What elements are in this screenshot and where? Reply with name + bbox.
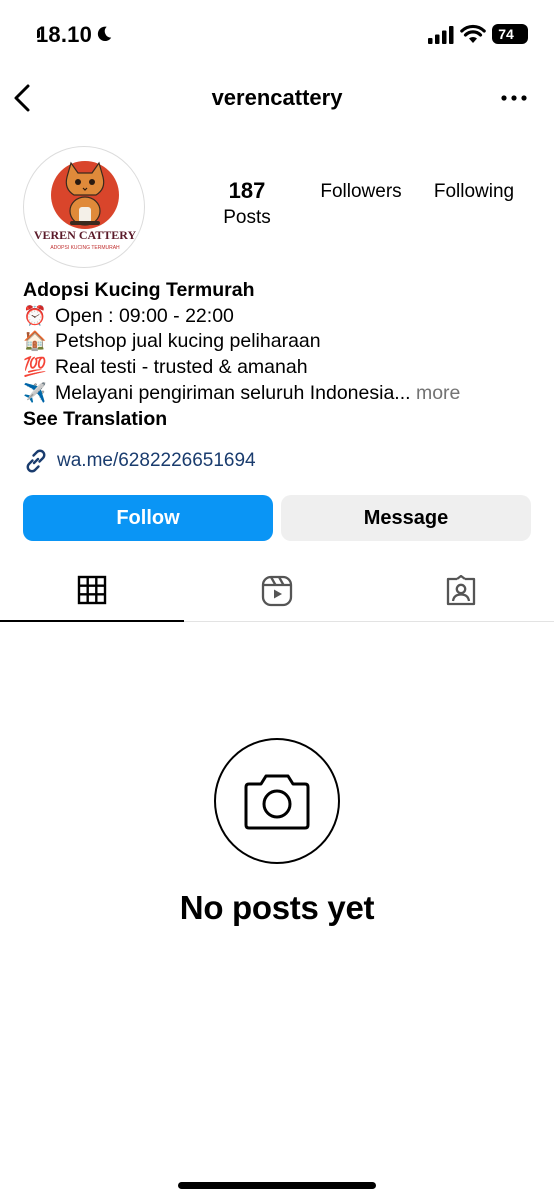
tab-posts-grid[interactable] bbox=[0, 560, 184, 622]
top-nav: verencattery bbox=[0, 72, 554, 128]
bio-name: Adopsi Kucing Termurah bbox=[23, 279, 255, 301]
more-options-icon[interactable] bbox=[500, 88, 528, 108]
followers-label[interactable]: Followers bbox=[320, 181, 401, 202]
hundred-points-icon: 💯 bbox=[23, 356, 47, 379]
posts-count: 187 bbox=[228, 178, 266, 203]
bio-line-hours: ⏰ Open : 09:00 - 22:00 bbox=[23, 304, 543, 330]
bio-line-text: Petshop jual kucing peliharaan bbox=[55, 330, 321, 353]
battery-icon: 74 bbox=[492, 24, 528, 44]
bio-line-text: Melayani pengiriman seluruh Indonesia... bbox=[55, 381, 411, 404]
profile-username: verencattery bbox=[211, 85, 343, 110]
airplane-icon: ✈️ bbox=[23, 381, 47, 404]
alarm-clock-icon: ⏰ bbox=[23, 304, 47, 327]
tab-tagged[interactable] bbox=[369, 560, 553, 622]
following-label[interactable]: Following bbox=[434, 181, 514, 202]
reels-icon bbox=[261, 575, 293, 607]
empty-state-camera bbox=[214, 738, 340, 864]
status-bar: 18.10 74 bbox=[0, 0, 554, 70]
grid-icon bbox=[77, 575, 107, 605]
cat-logo-icon: VEREN CATTERY ADOPSI KUCING TERMURAH bbox=[34, 161, 137, 251]
bio-line-petshop: 🏠 Petshop jual kucing peliharaan bbox=[23, 329, 543, 355]
see-translation-link[interactable]: See Translation bbox=[23, 407, 543, 433]
bio-line-text: Real testi - trusted & amanah bbox=[55, 356, 308, 379]
posts-label: Posts bbox=[223, 207, 271, 228]
bio-link[interactable]: wa.me/6282226651694 bbox=[23, 447, 256, 475]
profile-tabs bbox=[0, 560, 554, 622]
battery-tip bbox=[37, 30, 40, 38]
empty-state-text: No posts yet bbox=[179, 889, 375, 926]
avatar-logo-text: VEREN CATTERY bbox=[34, 228, 137, 242]
bio-line-shipping: ✈️ Melayani pengiriman seluruh Indonesia.… bbox=[23, 381, 543, 407]
camera-icon bbox=[244, 774, 310, 830]
bio-link-text[interactable]: wa.me/6282226651694 bbox=[57, 450, 256, 472]
link-icon bbox=[26, 449, 46, 473]
avatar-logo-subtext: ADOPSI KUCING TERMURAH bbox=[50, 245, 120, 251]
tab-reels[interactable] bbox=[185, 560, 369, 622]
avatar[interactable]: VEREN CATTERY ADOPSI KUCING TERMURAH bbox=[23, 146, 145, 268]
signal-icon bbox=[428, 26, 454, 44]
bio-line-testi: 💯 Real testi - trusted & amanah bbox=[23, 355, 543, 381]
message-button[interactable]: Message bbox=[281, 495, 531, 541]
followers-stat[interactable]: Followers bbox=[312, 181, 410, 203]
wifi-icon bbox=[460, 24, 486, 43]
following-stat[interactable]: Following bbox=[426, 181, 522, 203]
bio: Adopsi Kucing Termurah ⏰ Open : 09:00 - 2… bbox=[23, 278, 543, 432]
bio-line-text: Open : 09:00 - 22:00 bbox=[55, 304, 234, 327]
house-icon: 🏠 bbox=[23, 330, 47, 353]
status-time: 18.10 bbox=[36, 22, 93, 47]
bio-more-link[interactable]: more bbox=[416, 382, 460, 404]
home-indicator[interactable] bbox=[178, 1182, 376, 1189]
moon-icon bbox=[97, 26, 112, 42]
follow-button[interactable]: Follow bbox=[23, 495, 273, 541]
battery-level: 74 bbox=[498, 26, 514, 42]
tagged-icon bbox=[446, 575, 476, 606]
posts-stat: 187 Posts bbox=[208, 178, 286, 229]
